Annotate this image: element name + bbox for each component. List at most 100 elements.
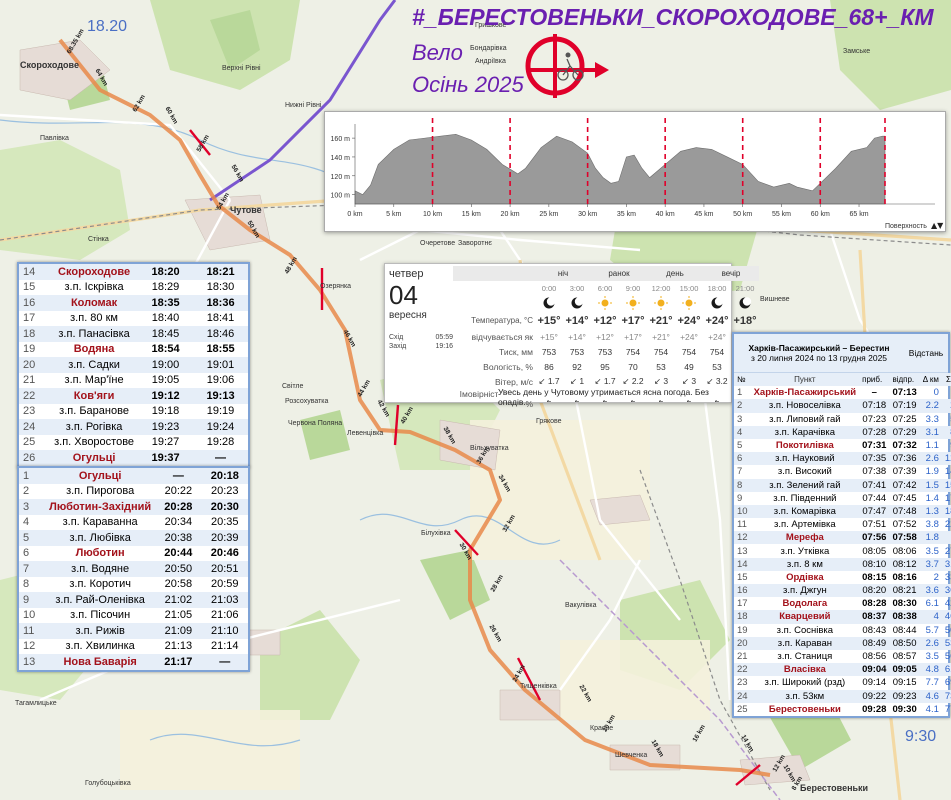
tc-arr: 08:43 [862, 624, 887, 636]
weather-row-label: Температура, °С [471, 316, 533, 325]
table-row: 22 Ков'яги 19:12 19:13 [19, 388, 248, 404]
ta-dep: 18:36 [193, 295, 248, 311]
tc-n: 22 [734, 663, 751, 677]
tc-arr: 09:04 [859, 663, 890, 677]
weather-value: 95 [600, 361, 610, 372]
table-row: 10 з.п. Пісочин 21:05 21:06 [19, 608, 248, 624]
tb-arr: 20:22 [164, 485, 193, 498]
tc-n: 8 [734, 478, 751, 492]
tc-d: 1.3 [919, 504, 942, 519]
weather-row-label: Тиск, мм [499, 346, 533, 357]
tc-station: з.п. Утківка [780, 545, 830, 557]
col-sum-header: Σ км [941, 373, 951, 387]
weather-value: +24° [677, 314, 701, 327]
tc-arr: 07:38 [862, 466, 887, 478]
table-row: 6з.п. Науковий07:3507:362.612.3 [734, 452, 951, 466]
place-label: Павлівка [40, 135, 69, 142]
tc-station: з.п. Новоселівка [750, 399, 860, 413]
tc-n: 25 [737, 703, 748, 715]
tb-arr: 20:34 [164, 516, 193, 529]
place-label: Верхні Рівні [222, 65, 261, 72]
x-tick-label: 50 km [733, 211, 752, 218]
tc-sum: 5.5 [942, 413, 951, 426]
col-d-header: Δ км [919, 373, 942, 387]
weather-value: +17° [621, 314, 645, 327]
tb-arr: 21:13 [164, 640, 193, 653]
tb-station: з.п. Водяне [45, 561, 156, 577]
ta-arr: 18:40 [151, 312, 180, 325]
tc-d: 0 [933, 387, 939, 399]
tb-station: з.п. Коротич [69, 578, 131, 591]
table-row: 11 з.п. Артемівка 07:51 07:52 3.8 22.2 [734, 518, 951, 531]
x-tick-label: 40 km [656, 211, 675, 218]
tb-station: з.п. Караванна [62, 516, 138, 529]
tc-station: Покотилівка [775, 440, 834, 452]
ta-arr: 19:12 [138, 388, 194, 404]
sunset-time: 19:16 [435, 343, 453, 350]
tc-d: 2.6 [919, 636, 942, 650]
tc-n: 4 [734, 425, 751, 439]
ta-n: 14 [19, 264, 51, 280]
tb-n: 12 [23, 640, 36, 653]
tc-dep: 07:19 [889, 399, 920, 413]
tc-n: 3 [737, 413, 743, 425]
weather-value: 754 [709, 346, 725, 357]
table-row: 10з.п. Комарівка07:4707:481.318.4 [734, 504, 951, 519]
elevation-profile[interactable]: 160 m 140 m 120 m 100 m 0 km 5 km 10 km 15 km 20… [324, 111, 946, 232]
ta-arr: 18:20 [138, 264, 194, 280]
tb-arr: 21:02 [155, 592, 202, 608]
tc-n: 6 [734, 452, 751, 466]
tb-dep: 20:30 [201, 499, 248, 515]
weather-value: +12° [596, 331, 614, 342]
weather-day-name: четвер [389, 268, 424, 280]
weather-row-label: Вологість, % [483, 361, 533, 372]
tc-arr: 09:22 [859, 689, 890, 703]
ta-dep: 19:19 [206, 405, 235, 418]
tc-sum: 73.8 [941, 689, 951, 703]
weather-widget[interactable]: четвер 04 вересня Схід 05:59 Захід 19:16… [384, 263, 759, 409]
col-n-header: № [734, 373, 751, 387]
tc-arr: 09:28 [862, 703, 887, 715]
table-row: 15 з.п. Іскрівка 18:29 18:30 [19, 280, 248, 296]
table-row: 6 Люботин 20:44 20:46 [19, 546, 248, 562]
tc-station: з.п. Соснівка [776, 624, 834, 636]
weather-value: +18° [733, 314, 757, 327]
table-row: 24з.п. 53км09:2209:234.673.8 [734, 689, 951, 703]
tc-sum: 61.5 [941, 663, 951, 677]
timetable-kharkiv-berestyn[interactable]: Харків-Пасажирський – Берестин з 20 липн… [732, 332, 951, 718]
tb-arr: 20:50 [155, 561, 202, 577]
tc-sum: 15.7 [941, 478, 951, 492]
ta-arr: 19:00 [138, 357, 194, 373]
tb-dep: 20:39 [201, 530, 248, 546]
tb-arr: 20:58 [164, 578, 193, 591]
tc-station: з.п. Високий [777, 466, 832, 478]
ta-station: з.п. 80 км [70, 312, 118, 325]
weather-time: 6:00 [597, 284, 613, 293]
ta-dep: 19:13 [193, 388, 248, 404]
tc-n: 23 [737, 677, 748, 689]
tc-n: 11 [737, 519, 747, 531]
tc-sum: 33.2 [944, 571, 951, 583]
timetable-ohultsi-nova-bavaria[interactable]: 1 Огульці —20:18 2 з.п. Пирогова 20:22 20:23 3 Л… [17, 466, 250, 672]
tc-sum: 24 [941, 531, 951, 545]
tc-n: 9 [737, 492, 743, 504]
tc-sum: 46.9 [941, 610, 951, 624]
x-tick-label: 15 km [462, 211, 481, 218]
table-row: 9 з.п. Південний 07:44 07:45 1.4 17.1 [734, 492, 951, 505]
tc-d: 7.7 [925, 677, 939, 689]
weather-value: +17° [624, 331, 642, 342]
tc-station: Ордівка [786, 571, 824, 583]
tc-station: з.п. Комарівка [750, 504, 860, 519]
tb-station: Нова Баварія [45, 654, 156, 670]
tb-arr: 21:17 [155, 654, 202, 670]
weather-value: 753 [569, 346, 585, 357]
tc-arr: 08:05 [862, 545, 887, 557]
tc-dep: 07:48 [889, 504, 920, 519]
timetable-skorohodove-ohultsi[interactable]: 14 Скороходове 18:20 18:21 15 з.п. Іскрівка 18… [17, 262, 250, 468]
ta-arr: 18:35 [138, 295, 194, 311]
table-row: 8 з.п. Коротич 20:58 20:59 [19, 577, 248, 593]
table-row: 4 з.п. Караванна 20:34 20:35 [19, 515, 248, 531]
tb-dep: 21:06 [211, 609, 239, 622]
tc-arr: – [871, 387, 877, 399]
tc-sum: 17.1 [944, 492, 951, 504]
